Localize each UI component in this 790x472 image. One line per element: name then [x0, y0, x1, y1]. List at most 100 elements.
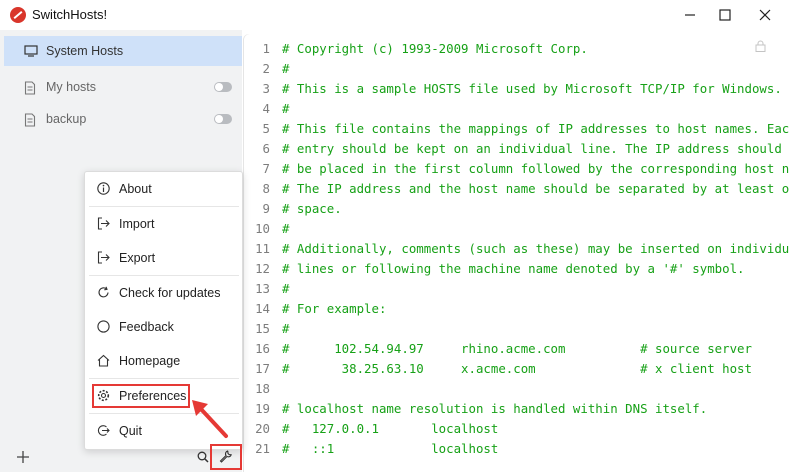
sidebar-item-system-hosts[interactable]: System Hosts	[4, 36, 242, 66]
line-number: 7	[262, 161, 270, 176]
code-line: 16 # 102.54.94.97 rhino.acme.com # source…	[244, 338, 790, 358]
menu-item-import[interactable]: Import	[89, 209, 239, 239]
hosts-editor[interactable]: 1 # Copyright (c) 1993-2009 Microsoft Cor…	[244, 34, 790, 472]
line-number: 3	[262, 81, 270, 96]
minimize-icon	[685, 14, 695, 16]
line-text: #	[282, 221, 290, 236]
line-number: 18	[255, 381, 270, 396]
menu-item-label: Import	[119, 217, 155, 231]
line-text: # Copyright (c) 1993-2009 Microsoft Corp…	[282, 41, 588, 56]
code-line: 12 # lines or following the machine name …	[244, 258, 790, 278]
file-icon	[24, 113, 36, 127]
plus-icon[interactable]	[17, 451, 29, 463]
code-line: 8 # The IP address and the host name shou…	[244, 178, 790, 198]
feedback-icon	[97, 320, 110, 333]
my-hosts-toggle[interactable]	[214, 82, 232, 92]
menu-item-about[interactable]: About	[89, 174, 239, 204]
close-icon	[759, 9, 771, 21]
minimize-button[interactable]	[670, 0, 710, 30]
line-number: 21	[255, 441, 270, 456]
menu-item-check-updates[interactable]: Check for updates	[89, 278, 239, 308]
code-line: 4 #	[244, 98, 790, 118]
wrench-highlight-box	[210, 444, 242, 470]
line-text: # This file contains the mappings of IP …	[282, 121, 790, 136]
menu-item-label: Feedback	[119, 320, 174, 334]
code-line: 20 # 127.0.0.1 localhost	[244, 418, 790, 438]
sidebar-item-label: System Hosts	[46, 44, 124, 58]
line-number: 12	[255, 261, 270, 276]
line-number: 16	[255, 341, 270, 356]
line-number: 17	[255, 361, 270, 376]
line-text: # be placed in the first column followed…	[282, 161, 790, 176]
maximize-icon	[719, 9, 731, 21]
window-title: SwitchHosts!	[32, 7, 108, 22]
refresh-icon	[98, 286, 109, 298]
menu-divider	[89, 275, 239, 276]
line-text: # Additionally, comments (such as these)…	[282, 241, 790, 256]
sidebar-item-my-hosts[interactable]: My hosts	[4, 72, 242, 102]
preferences-highlight-box	[92, 384, 190, 408]
menu-item-label: Export	[119, 251, 156, 265]
code-line: 2 #	[244, 58, 790, 78]
line-number: 4	[262, 101, 270, 116]
menu-item-label: Homepage	[119, 354, 181, 368]
menu-item-label: Check for updates	[119, 286, 221, 300]
close-button[interactable]	[745, 0, 785, 30]
line-number: 19	[255, 401, 270, 416]
code-line: 15 #	[244, 318, 790, 338]
code-line: 14 # For example:	[244, 298, 790, 318]
line-text: # space.	[282, 201, 342, 216]
code-line: 18	[244, 378, 790, 398]
line-number: 9	[262, 201, 270, 216]
code-line: 3 # This is a sample HOSTS file used by M…	[244, 78, 790, 98]
line-number: 2	[262, 61, 270, 76]
sidebar-item-label: backup	[46, 112, 87, 126]
sidebar-item-backup[interactable]: backup	[4, 104, 242, 134]
menu-item-export[interactable]: Export	[89, 243, 239, 273]
line-number: 5	[262, 121, 270, 136]
code-line: 13 #	[244, 278, 790, 298]
line-text: #	[282, 321, 290, 336]
sidebar-item-label: My hosts	[46, 80, 97, 94]
monitor-icon	[24, 45, 38, 57]
code-line: 6 # entry should be kept on an individual…	[244, 138, 790, 158]
menu-item-feedback[interactable]: Feedback	[89, 312, 239, 342]
code-line: 9 # space.	[244, 198, 790, 218]
line-number: 11	[255, 241, 270, 256]
line-text: #	[282, 281, 290, 296]
code-line: 7 # be placed in the first column followe…	[244, 158, 790, 178]
line-number: 6	[262, 141, 270, 156]
menu-divider	[89, 206, 239, 207]
line-text: # ::1 localhost	[282, 441, 499, 456]
line-text: #	[282, 101, 290, 116]
code-line: 17 # 38.25.63.10 x.acme.com # x client ho…	[244, 358, 790, 378]
file-icon	[24, 81, 36, 95]
line-text: # entry should be kept on an individual …	[282, 141, 782, 156]
backup-toggle[interactable]	[214, 114, 232, 124]
code-line: 19 # localhost name resolution is handled…	[244, 398, 790, 418]
search-icon[interactable]	[197, 451, 209, 463]
pointer-arrow	[192, 400, 228, 438]
line-text: # lines or following the machine name de…	[282, 261, 745, 276]
line-text: # 127.0.0.1 localhost	[282, 421, 499, 436]
quit-icon	[97, 425, 110, 436]
code-line: 5 # This file contains the mappings of IP…	[244, 118, 790, 138]
export-icon	[97, 251, 110, 264]
maximize-button[interactable]	[705, 0, 745, 30]
line-text: #	[282, 61, 290, 76]
line-text: # This is a sample HOSTS file used by Mi…	[282, 81, 782, 96]
line-text: # The IP address and the host name shoul…	[282, 181, 790, 196]
code-line: 21 # ::1 localhost	[244, 438, 790, 458]
code-line: 10 #	[244, 218, 790, 238]
import-icon	[97, 217, 110, 230]
line-number: 10	[255, 221, 270, 236]
app-logo-icon	[10, 7, 26, 23]
line-number: 8	[262, 181, 270, 196]
line-number: 13	[255, 281, 270, 296]
line-number: 15	[255, 321, 270, 336]
menu-item-homepage[interactable]: Homepage	[89, 346, 239, 376]
home-icon	[97, 354, 110, 367]
title-bar: SwitchHosts!	[0, 0, 790, 30]
info-icon	[97, 182, 110, 195]
line-text: # 102.54.94.97 rhino.acme.com # source s…	[282, 341, 752, 356]
